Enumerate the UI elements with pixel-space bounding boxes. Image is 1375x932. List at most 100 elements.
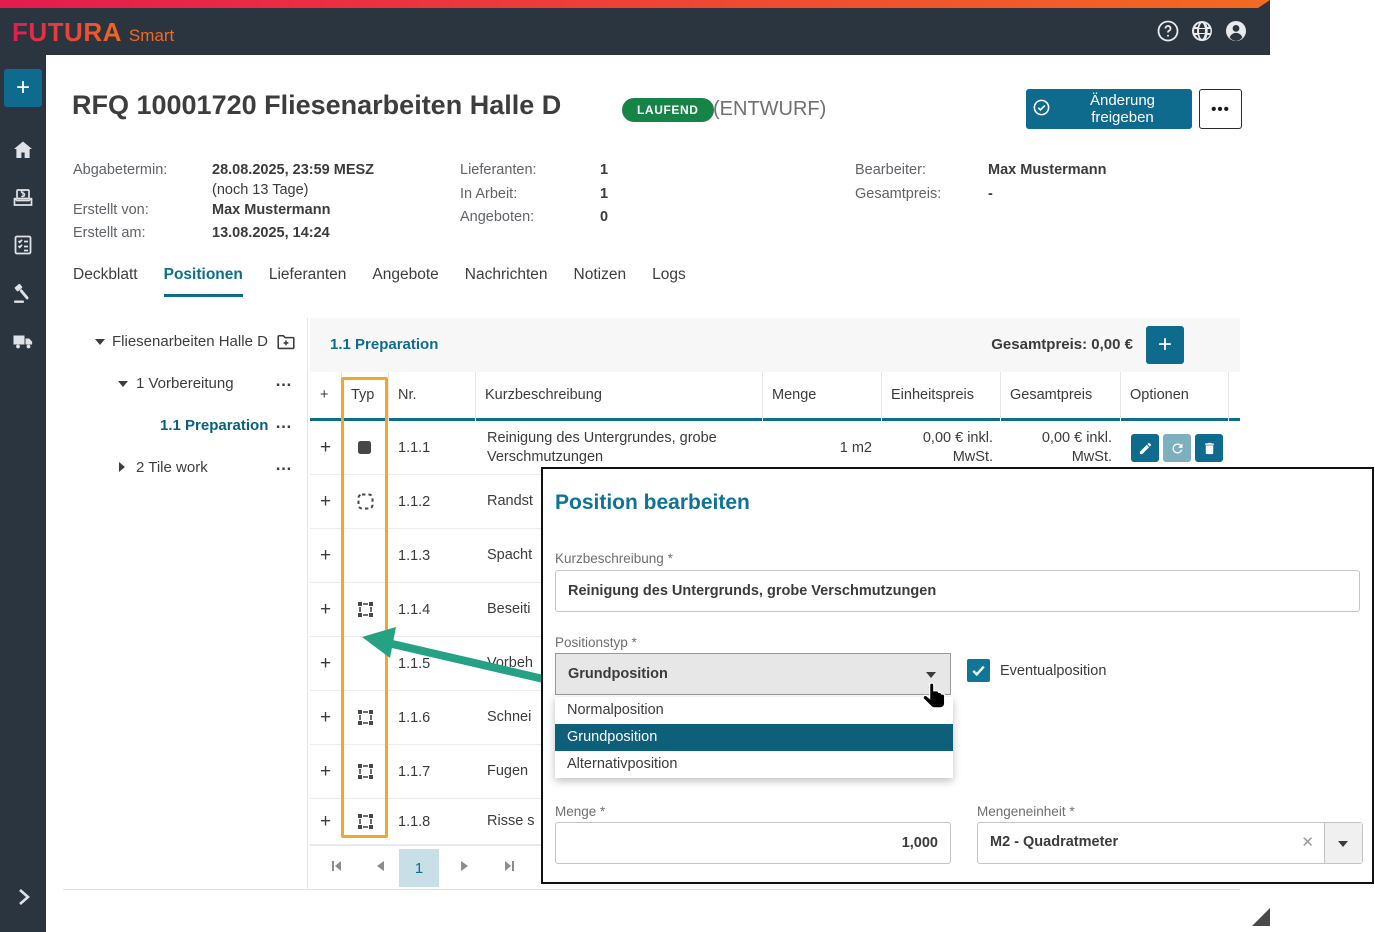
meta-value: - — [988, 186, 993, 202]
first-page-icon[interactable] — [330, 859, 344, 873]
account-icon[interactable] — [1224, 19, 1248, 43]
tab-angebote[interactable]: Angebote — [372, 266, 438, 297]
combobox-dropdown-button[interactable] — [1324, 823, 1362, 863]
menge-label: Menge * — [555, 804, 605, 819]
refresh-position-button[interactable] — [1163, 434, 1191, 462]
position-tree: Fliesenarbeiten Halle D 1 Vorbereitung …… — [63, 318, 308, 889]
tree-item-preparation-selected[interactable]: 1.1 Preparation … — [63, 415, 307, 437]
frame-icon — [357, 799, 374, 844]
resize-grip-icon[interactable] — [1252, 908, 1270, 926]
logistics-truck-icon[interactable] — [11, 329, 35, 353]
option-grundposition-selected[interactable]: Grundposition — [555, 724, 953, 751]
kurzbeschreibung-label: Kurzbeschreibung * — [555, 551, 673, 566]
eventualposition-label: Eventualposition — [1000, 663, 1106, 679]
position-number: 1.1.8 — [398, 799, 430, 844]
tree-item-label: 2 Tile work — [136, 459, 208, 476]
tree-item-root[interactable]: Fliesenarbeiten Halle D — [63, 331, 307, 353]
prev-page-icon[interactable] — [374, 859, 386, 873]
brand-suffix: Smart — [129, 26, 174, 45]
add-subposition-icon[interactable]: + — [320, 637, 331, 690]
meta-label: Lieferanten: — [460, 162, 537, 178]
meta-value: 1 — [600, 162, 608, 178]
positionstyp-select[interactable]: Grundposition — [555, 653, 951, 695]
tab-notizen[interactable]: Notizen — [574, 266, 627, 297]
tab-lieferanten[interactable]: Lieferanten — [269, 266, 347, 297]
tree-item-vorbereitung[interactable]: 1 Vorbereitung … — [63, 373, 307, 395]
add-subposition-icon[interactable]: + — [320, 583, 331, 636]
mengeneinheit-label: Mengeneinheit * — [977, 804, 1075, 819]
create-new-button[interactable]: + — [4, 69, 42, 107]
meta-value: 28.08.2025, 23:59 MESZ — [212, 162, 374, 178]
meta-label: Erstellt am: — [73, 225, 146, 241]
collapse-node-icon[interactable] — [118, 381, 128, 387]
tree-item-label: 1.1 Preparation — [160, 417, 268, 434]
position-number: 1.1.1 — [398, 421, 430, 474]
auction-gavel-icon[interactable] — [11, 281, 35, 305]
position-number: 1.1.3 — [398, 529, 430, 582]
positionstyp-value: Grundposition — [568, 666, 668, 682]
tree-item-tile-work[interactable]: 2 Tile work … — [63, 457, 307, 479]
add-subposition-icon[interactable]: + — [320, 421, 331, 474]
home-icon[interactable] — [11, 138, 35, 162]
tab-deckblatt[interactable]: Deckblatt — [73, 266, 138, 297]
column-header-kurzbeschreibung: Kurzbeschreibung — [475, 372, 762, 418]
ellipsis-icon[interactable]: … — [275, 371, 293, 391]
futura-smart-app: FUTURASmart + RFQ 1 — [0, 0, 1375, 932]
globe-icon[interactable] — [1190, 19, 1214, 43]
position-edit-dialog: Position bearbeiten Kurzbeschreibung * R… — [541, 467, 1374, 884]
offers-inbox-icon[interactable] — [11, 186, 35, 210]
approve-change-button[interactable]: Änderung freigeben — [1026, 89, 1192, 129]
ellipsis-icon[interactable]: … — [275, 455, 293, 475]
add-subposition-icon[interactable]: + — [320, 691, 331, 744]
more-options-icon: ••• — [1211, 101, 1230, 118]
add-subposition-icon[interactable]: + — [320, 799, 331, 844]
expand-node-icon[interactable] — [119, 462, 125, 472]
eventualposition-checkbox[interactable] — [967, 659, 990, 682]
positionstyp-dropdown-menu: Normalposition Grundposition Alternativp… — [555, 697, 953, 778]
delete-position-button[interactable] — [1195, 434, 1223, 462]
meta-label: Gesamtpreis: — [855, 186, 941, 202]
tab-positionen[interactable]: Positionen — [164, 266, 243, 297]
checkbox-check-icon — [970, 662, 987, 679]
meta-label: Angeboten: — [460, 209, 534, 225]
expand-sidebar-icon[interactable] — [11, 885, 35, 909]
edit-position-button[interactable] — [1131, 434, 1159, 462]
column-header-menge: Menge — [762, 372, 881, 418]
clear-icon[interactable]: ✕ — [1301, 833, 1314, 851]
option-normalposition[interactable]: Normalposition — [555, 697, 953, 724]
column-header-optionen: Optionen — [1120, 372, 1228, 418]
next-page-icon[interactable] — [459, 859, 471, 873]
add-subposition-icon[interactable]: + — [320, 475, 331, 528]
position-number: 1.1.7 — [398, 745, 430, 798]
tab-nachrichten[interactable]: Nachrichten — [465, 266, 548, 297]
meta-value: 1 — [600, 186, 608, 202]
frame-icon — [357, 745, 374, 798]
table-header: + Typ Nr. Kurzbeschreibung Menge Einheit… — [310, 372, 1240, 418]
collapse-node-icon[interactable] — [95, 339, 105, 345]
add-subposition-icon[interactable]: + — [320, 529, 331, 582]
dialog-title: Position bearbeiten — [555, 491, 750, 515]
checklist-icon[interactable] — [11, 233, 35, 257]
kurzbeschreibung-input[interactable]: Reinigung des Untergrunds, grobe Verschm… — [555, 570, 1360, 612]
last-page-icon[interactable] — [502, 859, 516, 873]
column-header-gesamtpreis: Gesamtpreis — [1000, 372, 1120, 418]
add-subposition-icon[interactable]: + — [320, 745, 331, 798]
tab-logs[interactable]: Logs — [652, 266, 686, 297]
ellipsis-icon[interactable]: … — [275, 413, 293, 433]
option-alternativposition[interactable]: Alternativposition — [555, 751, 953, 778]
menge-input[interactable]: 1,000 — [555, 822, 951, 864]
check-circle-icon — [1032, 98, 1051, 121]
group-total: Gesamtpreis: 0,00 € — [991, 336, 1133, 353]
top-header: FUTURASmart — [0, 0, 1270, 55]
filled-square-icon — [357, 421, 372, 474]
mengeneinheit-combobox[interactable]: M2 - Quadratmeter ✕ — [977, 822, 1363, 864]
current-page-button[interactable]: 1 — [399, 849, 439, 887]
meta-label: Bearbeiter: — [855, 162, 926, 178]
positionstyp-label: Positionstyp * — [555, 635, 637, 650]
tree-item-label: 1 Vorbereitung — [136, 375, 234, 392]
meta-value: Max Mustermann — [988, 162, 1106, 178]
folder-add-icon[interactable] — [275, 331, 297, 353]
more-options-button[interactable]: ••• — [1199, 89, 1242, 129]
add-position-button[interactable]: + — [1146, 326, 1184, 364]
help-icon[interactable] — [1156, 19, 1180, 43]
